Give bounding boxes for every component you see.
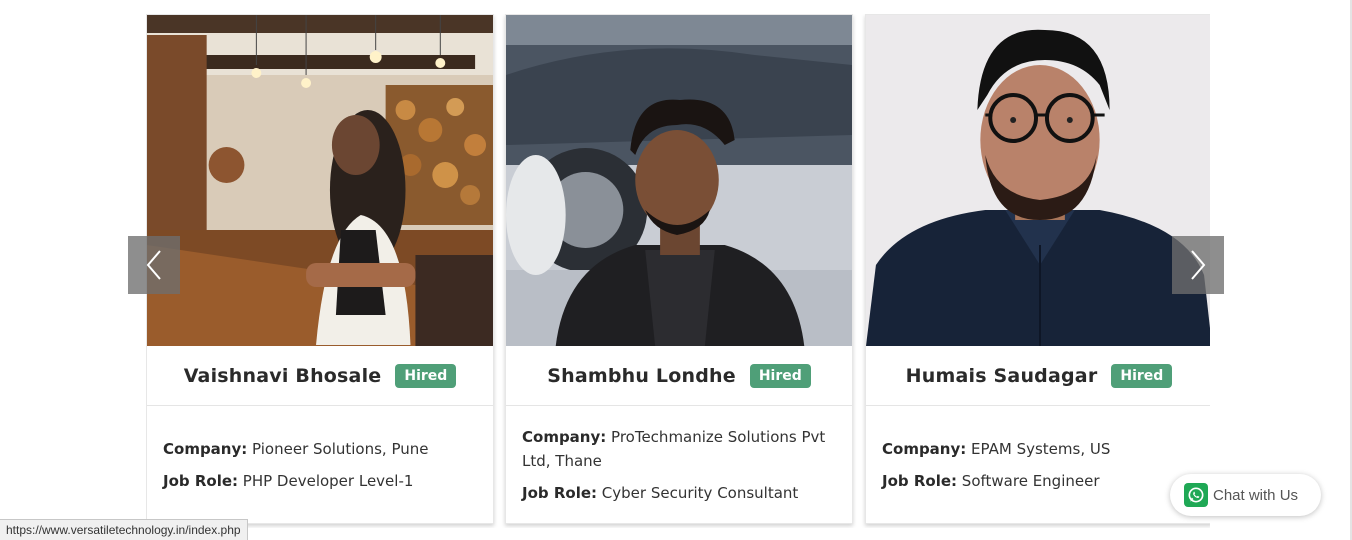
- student-photo: [506, 15, 852, 346]
- company-line: Company: EPAM Systems, US: [882, 437, 1196, 461]
- carousel-next-button[interactable]: [1172, 236, 1224, 294]
- hired-badge: Hired: [395, 363, 457, 388]
- job-role-value: Cyber Security Consultant: [601, 483, 799, 502]
- job-role-value: Software Engineer: [961, 471, 1100, 490]
- job-role-label: Job Role:: [522, 483, 598, 502]
- hired-badge: Hired: [1111, 363, 1173, 388]
- job-role-line: Job Role: Cyber Security Consultant: [522, 481, 836, 505]
- student-details: Company: ProTechmanize Solutions Pvt Ltd…: [522, 406, 836, 523]
- job-role-line: Job Role: Software Engineer: [882, 469, 1196, 493]
- status-bar-url: https://www.versatiletechnology.in/index…: [0, 519, 248, 540]
- job-role-label: Job Role:: [882, 471, 958, 490]
- whatsapp-icon: [1184, 483, 1208, 507]
- company-value: EPAM Systems, US: [971, 439, 1111, 458]
- job-role-line: Job Role: PHP Developer Level-1: [163, 469, 477, 493]
- chevron-right-icon: [1191, 250, 1206, 280]
- company-label: Company:: [163, 439, 248, 458]
- carousel-prev-button[interactable]: [128, 236, 180, 294]
- student-name: Vaishnavi Bhosale: [183, 364, 382, 387]
- chat-with-us-button[interactable]: Chat with Us: [1170, 474, 1321, 516]
- student-name-row: Humais Saudagar Hired: [866, 346, 1210, 406]
- job-role-label: Job Role:: [163, 471, 239, 490]
- student-card: Vaishnavi Bhosale Hired Company: Pioneer…: [146, 14, 494, 524]
- company-value: Pioneer Solutions, Pune: [252, 439, 429, 458]
- student-card: Shambhu Londhe Hired Company: ProTechman…: [505, 14, 853, 524]
- company-label: Company:: [522, 427, 607, 446]
- student-details: Company: Pioneer Solutions, Pune Job Rol…: [163, 406, 477, 523]
- student-details: Company: EPAM Systems, US Job Role: Soft…: [882, 406, 1196, 523]
- carousel-viewport: Vaishnavi Bhosale Hired Company: Pioneer…: [146, 14, 1210, 528]
- chat-label: Chat with Us: [1213, 486, 1299, 504]
- hired-badge: Hired: [749, 363, 811, 388]
- student-name: Humais Saudagar: [905, 364, 1098, 387]
- chevron-left-icon: [146, 250, 161, 280]
- job-role-value: PHP Developer Level-1: [242, 471, 414, 490]
- student-name: Shambhu Londhe: [547, 364, 736, 387]
- student-name-row: Vaishnavi Bhosale Hired: [147, 346, 493, 406]
- company-label: Company:: [882, 439, 967, 458]
- student-photo: [866, 15, 1210, 346]
- student-name-row: Shambhu Londhe Hired: [506, 346, 852, 406]
- company-line: Company: Pioneer Solutions, Pune: [163, 437, 477, 461]
- hired-students-carousel: Vaishnavi Bhosale Hired Company: Pioneer…: [0, 0, 1352, 540]
- student-card: Humais Saudagar Hired Company: EPAM Syst…: [865, 14, 1210, 524]
- student-photo: [147, 15, 493, 346]
- company-line: Company: ProTechmanize Solutions Pvt Ltd…: [522, 425, 836, 473]
